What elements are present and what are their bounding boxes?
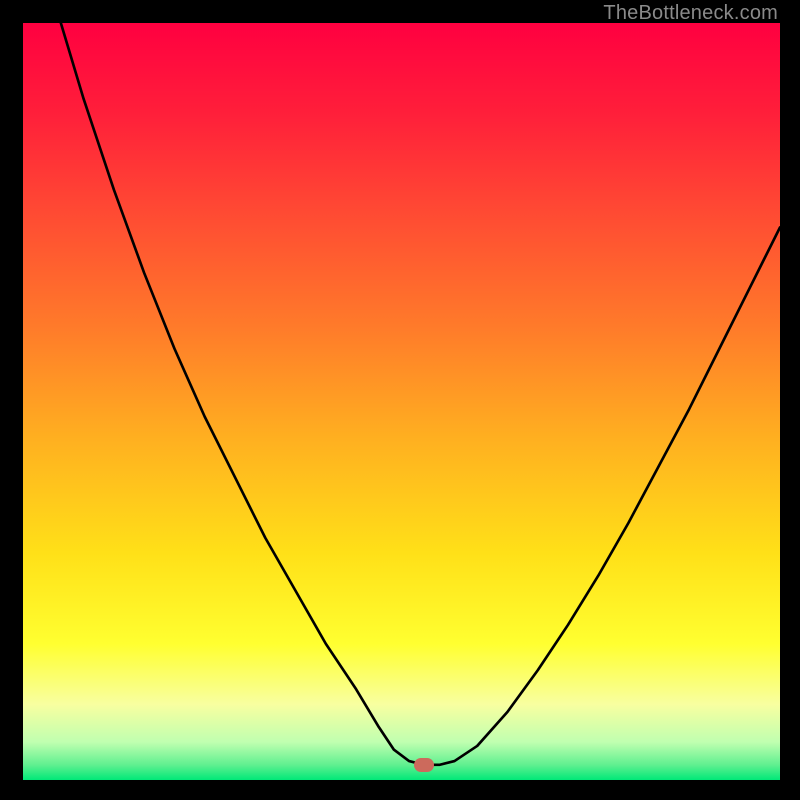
bottleneck-curve	[23, 23, 780, 780]
watermark-text: TheBottleneck.com	[603, 2, 778, 25]
min-point-marker	[414, 758, 434, 772]
chart-frame: TheBottleneck.com	[0, 0, 800, 800]
plot-area	[23, 23, 780, 780]
